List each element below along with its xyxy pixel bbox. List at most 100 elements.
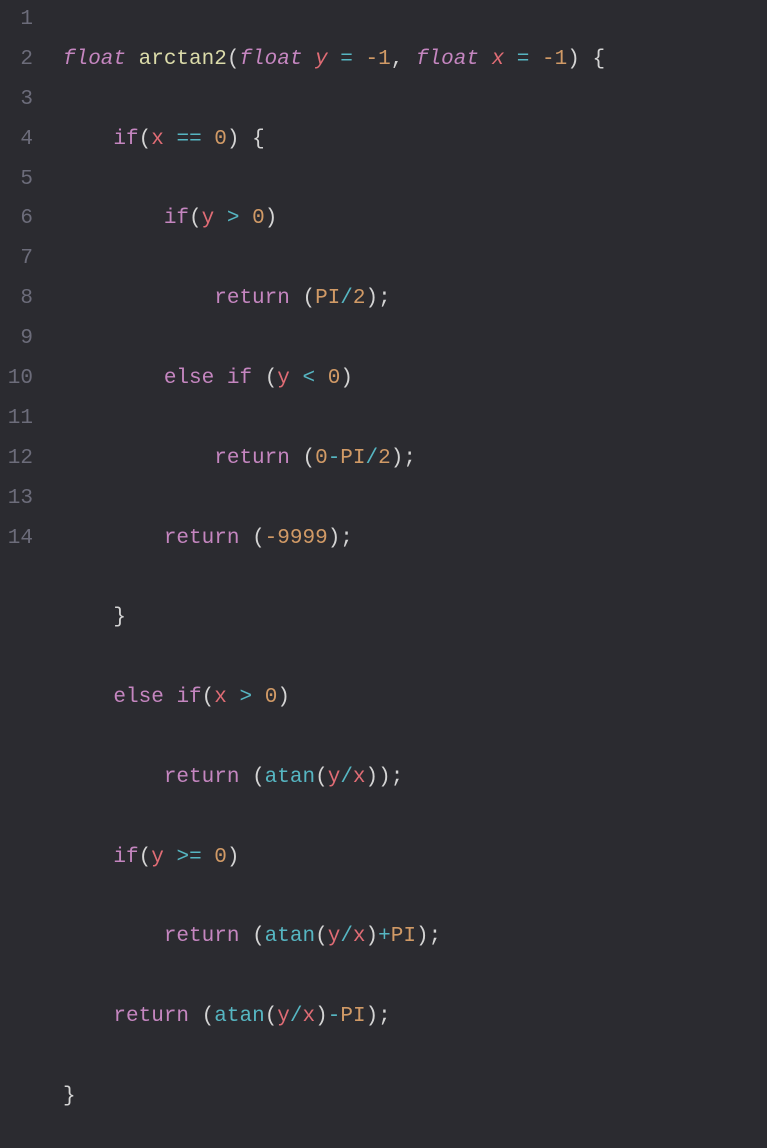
number: 0 — [252, 207, 265, 230]
paren: ) — [416, 925, 429, 948]
operator: - — [328, 1005, 341, 1028]
semicolon: ; — [403, 447, 416, 470]
paren: ) — [227, 846, 240, 869]
code-line: return (atan(y/x)+PI); — [63, 917, 767, 957]
constant: PI — [391, 925, 416, 948]
keyword-control: return — [113, 1005, 189, 1028]
paren: ) — [315, 1005, 328, 1028]
number: 0 — [214, 128, 227, 151]
paren: ( — [252, 925, 265, 948]
line-number: 4 — [0, 120, 33, 160]
paren: ) — [277, 686, 290, 709]
variable: y — [328, 766, 341, 789]
line-number: 8 — [0, 279, 33, 319]
line-number: 5 — [0, 160, 33, 200]
code-line: if(x == 0) { — [63, 120, 767, 160]
keyword-type: float — [416, 48, 479, 71]
code-line: return (atan(y/x)-PI); — [63, 997, 767, 1037]
keyword-control: return — [164, 527, 240, 550]
code-line: } — [63, 1077, 767, 1117]
operator: >= — [176, 846, 201, 869]
paren: ( — [139, 128, 152, 151]
variable: y — [202, 207, 215, 230]
variable: x — [353, 925, 366, 948]
number: -1 — [366, 48, 391, 71]
line-number: 3 — [0, 80, 33, 120]
code-line: float arctan2(float y = -1, float x = -1… — [63, 40, 767, 80]
variable: y — [277, 1005, 290, 1028]
brace: { — [252, 128, 265, 151]
code-line: return (0-PI/2); — [63, 439, 767, 479]
operator: < — [303, 367, 316, 390]
paren: ( — [252, 527, 265, 550]
paren: ) — [391, 447, 404, 470]
variable: y — [277, 367, 290, 390]
paren: ( — [302, 447, 315, 470]
line-number: 7 — [0, 239, 33, 279]
operator: == — [176, 128, 201, 151]
code-line: return (PI/2); — [63, 279, 767, 319]
semicolon: ; — [340, 527, 353, 550]
function-call: atan — [265, 925, 315, 948]
brace: { — [592, 48, 605, 71]
paren: ) — [366, 287, 379, 310]
operator: > — [227, 207, 240, 230]
paren: ) — [340, 367, 353, 390]
operator: / — [340, 766, 353, 789]
paren: ( — [315, 925, 328, 948]
function-name: arctan2 — [139, 48, 227, 71]
code-line: else if (y < 0) — [63, 359, 767, 399]
operator: - — [328, 447, 341, 470]
paren: ( — [202, 1005, 215, 1028]
paren: ) — [366, 1005, 379, 1028]
line-number-gutter: 1 2 3 4 5 6 7 8 9 10 11 12 13 14 — [0, 0, 45, 574]
line-number: 9 — [0, 319, 33, 359]
line-number: 2 — [0, 40, 33, 80]
keyword-control: if — [113, 128, 138, 151]
code-line: return (-9999); — [63, 519, 767, 559]
semicolon: ; — [391, 766, 404, 789]
operator: / — [340, 925, 353, 948]
comma: , — [391, 48, 404, 71]
paren: ( — [302, 287, 315, 310]
keyword-control: if — [176, 686, 201, 709]
paren: ) — [227, 128, 240, 151]
paren: ( — [139, 846, 152, 869]
keyword-control: else — [113, 686, 163, 709]
keyword-control: if — [113, 846, 138, 869]
keyword-control: if — [164, 207, 189, 230]
parameter: x — [492, 48, 505, 71]
keyword-control: return — [214, 287, 290, 310]
paren: ( — [189, 207, 202, 230]
semicolon: ; — [378, 287, 391, 310]
variable: x — [214, 686, 227, 709]
paren: ( — [265, 367, 278, 390]
constant: PI — [315, 287, 340, 310]
paren: ( — [265, 1005, 278, 1028]
code-editor: 1 2 3 4 5 6 7 8 9 10 11 12 13 14 float a… — [0, 0, 767, 574]
keyword-control: return — [164, 925, 240, 948]
function-call: atan — [214, 1005, 264, 1028]
keyword-type: float — [63, 48, 126, 71]
code-content[interactable]: float arctan2(float y = -1, float x = -1… — [45, 0, 767, 574]
paren: ( — [252, 766, 265, 789]
line-number: 12 — [0, 439, 33, 479]
paren: ) — [567, 48, 580, 71]
brace: } — [63, 1085, 76, 1108]
number: 0 — [214, 846, 227, 869]
line-number: 14 — [0, 519, 33, 559]
paren: ( — [315, 766, 328, 789]
keyword-type: float — [239, 48, 302, 71]
paren: ( — [227, 48, 240, 71]
line-number: 13 — [0, 479, 33, 519]
number: -9999 — [265, 527, 328, 550]
keyword-control: if — [227, 367, 252, 390]
operator: / — [366, 447, 379, 470]
paren: ) — [366, 925, 379, 948]
constant: PI — [340, 447, 365, 470]
number: 0 — [315, 447, 328, 470]
variable: y — [151, 846, 164, 869]
function-call: atan — [265, 766, 315, 789]
variable: y — [328, 925, 341, 948]
keyword-control: return — [214, 447, 290, 470]
